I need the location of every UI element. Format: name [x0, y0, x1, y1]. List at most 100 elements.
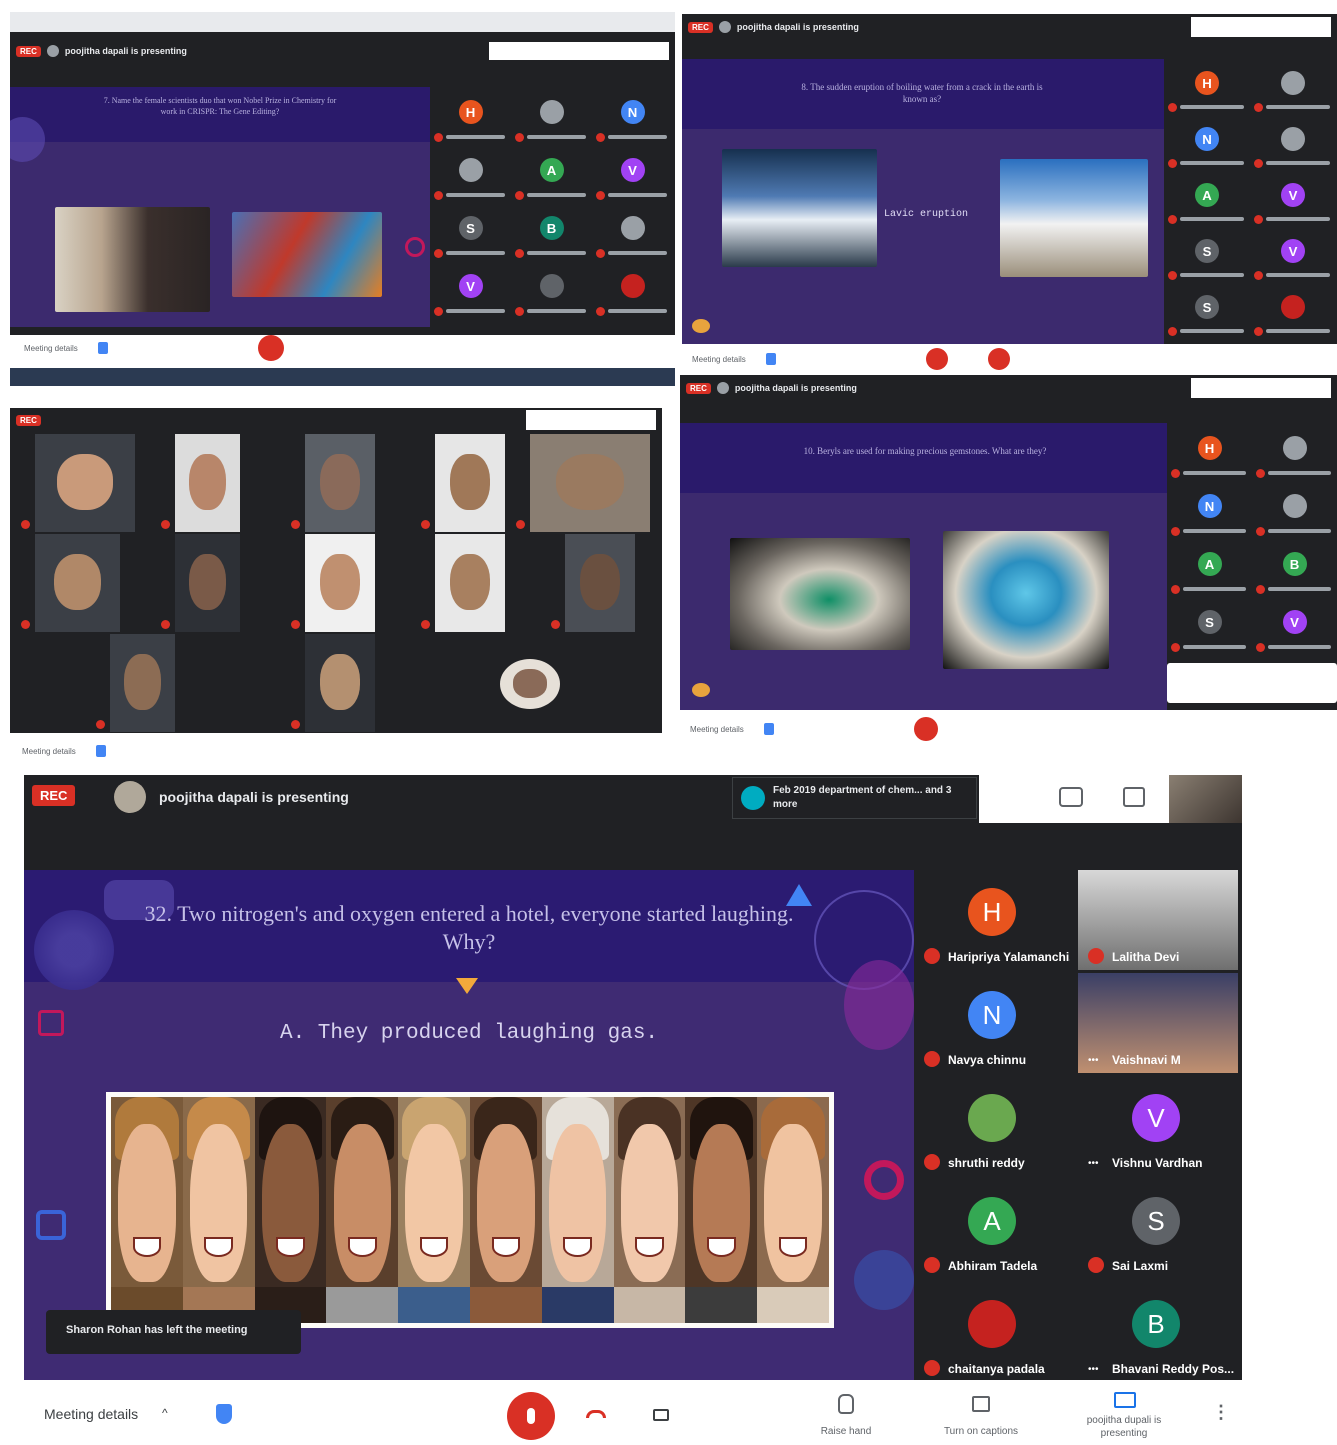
- microphone-off-button[interactable]: [507, 1392, 555, 1440]
- participant-tile[interactable]: A: [1167, 539, 1252, 597]
- participant-tile[interactable]: V ••• Vishnu Vardhan: [1078, 1076, 1238, 1176]
- captions-label[interactable]: Turn on captions: [929, 1426, 1033, 1437]
- participant-video-tile[interactable]: [161, 534, 240, 632]
- mic-off-icon: [1254, 103, 1263, 112]
- left-meeting-toast: Sharon Rohan has left the meeting: [46, 1310, 301, 1354]
- participant-tile[interactable]: B ••• Bhavani Reddy Pos...: [1078, 1282, 1238, 1380]
- participant-tile[interactable]: chaitanya padala: [914, 1282, 1074, 1380]
- meeting-details-button[interactable]: Meeting details: [692, 355, 746, 364]
- participant-tile[interactable]: S Sai Laxmi: [1078, 1179, 1238, 1279]
- meeting-details-button[interactable]: Meeting details: [690, 725, 744, 734]
- participant-tile[interactable]: S: [1167, 597, 1252, 655]
- participant-avatar: H: [1195, 71, 1219, 95]
- participant-tile[interactable]: B: [1252, 539, 1337, 597]
- participant-tile[interactable]: ••• Vaishnavi M: [1078, 973, 1238, 1073]
- end-call-button[interactable]: [925, 348, 948, 370]
- participant-tile[interactable]: [1250, 283, 1336, 339]
- participant-tile[interactable]: V: [1250, 171, 1336, 227]
- raise-hand-label[interactable]: Raise hand: [804, 1426, 888, 1437]
- participant-tile[interactable]: B: [511, 203, 592, 261]
- participant-tile[interactable]: V: [592, 145, 673, 203]
- mic-off-icon: [515, 249, 524, 258]
- participant-tile[interactable]: N: [592, 87, 673, 145]
- people-icon[interactable]: [1059, 787, 1083, 807]
- participant-tile[interactable]: N Navya chinnu: [914, 973, 1074, 1073]
- present-icon[interactable]: [1114, 1392, 1136, 1408]
- chat-notice[interactable]: Feb 2019 department of chem... and 3 mor…: [732, 777, 977, 819]
- participant-tile[interactable]: shruthi reddy: [914, 1076, 1074, 1176]
- more-options-icon[interactable]: ⋮: [1212, 1402, 1230, 1423]
- participant-grid: H N A V S B V: [430, 87, 675, 327]
- participant-video-tile[interactable]: [96, 634, 175, 732]
- participant-video-tile[interactable]: [500, 659, 560, 709]
- raise-hand-icon[interactable]: [838, 1394, 854, 1414]
- participant-name-bar: [1266, 329, 1330, 333]
- participant-video-tile[interactable]: [516, 434, 650, 532]
- participant-video-tile[interactable]: [161, 434, 240, 532]
- hangup-button[interactable]: [580, 1402, 612, 1426]
- participant-video-tile[interactable]: [291, 534, 375, 632]
- camera-icon: [653, 1409, 669, 1421]
- meeting-details-button[interactable]: Meeting details: [44, 1406, 138, 1422]
- slide-question: 10. Beryls are used for making precious …: [803, 446, 1047, 456]
- shield-icon: [763, 723, 774, 735]
- participant-tile[interactable]: [592, 203, 673, 261]
- participant-tile[interactable]: H Haripriya Yalamanchi...: [914, 870, 1074, 970]
- scientists-photo: [55, 207, 210, 312]
- meeting-details-button[interactable]: Meeting details: [24, 344, 78, 353]
- participant-tile[interactable]: [1252, 423, 1337, 481]
- audio-level-icon: •••: [1088, 1364, 1099, 1375]
- participant-name-bar: [1180, 273, 1244, 277]
- participant-tile[interactable]: V: [430, 261, 511, 319]
- captions-icon[interactable]: [972, 1396, 990, 1412]
- participant-name-bar: [1268, 529, 1331, 533]
- end-call-button[interactable]: [257, 335, 284, 361]
- participant-tile[interactable]: [1252, 481, 1337, 539]
- camera-button[interactable]: [644, 1400, 678, 1430]
- mic-off-icon: [1171, 643, 1180, 652]
- participant-tile[interactable]: [1250, 59, 1336, 115]
- participant-tile[interactable]: [511, 87, 592, 145]
- participant-name-bar: [1183, 587, 1246, 591]
- participant-video-tile[interactable]: [21, 534, 120, 632]
- participant-face: [320, 553, 360, 611]
- participant-tile[interactable]: [511, 261, 592, 319]
- participant-tile[interactable]: [1250, 115, 1336, 171]
- end-call-button-2[interactable]: [987, 348, 1010, 370]
- participant-video-tile[interactable]: [421, 534, 505, 632]
- participant-avatar: [1282, 494, 1307, 518]
- controls-mid-right: Meeting details: [680, 716, 1337, 742]
- participant-tile[interactable]: S: [1164, 227, 1250, 283]
- participant-video-tile[interactable]: [551, 534, 635, 632]
- participant-name: Vaishnavi M: [1112, 1053, 1181, 1067]
- participant-tile[interactable]: S: [430, 203, 511, 261]
- participant-tile[interactable]: A: [1164, 171, 1250, 227]
- presenter-avatar: [716, 382, 729, 394]
- participant-tile[interactable]: V: [1252, 597, 1337, 655]
- chat-bubble-icon[interactable]: [1123, 787, 1145, 807]
- presenting-label[interactable]: poojitha dupali is presenting: [1074, 1414, 1174, 1440]
- participant-tile[interactable]: N: [1164, 115, 1250, 171]
- geyser-photo-1: [722, 149, 877, 267]
- chevron-up-icon[interactable]: ^: [162, 1406, 168, 1420]
- participant-video-tile[interactable]: [291, 634, 375, 732]
- participant-video-tile[interactable]: [21, 434, 135, 532]
- participant-tile[interactable]: A Abhiram Tadela: [914, 1179, 1074, 1279]
- participant-tile[interactable]: N: [1167, 481, 1252, 539]
- participant-avatar: [539, 274, 564, 298]
- participant-tile[interactable]: S: [1164, 283, 1250, 339]
- participant-tile[interactable]: Lalitha Devi: [1078, 870, 1238, 970]
- participant-video-tile[interactable]: [291, 434, 375, 532]
- participant-tile[interactable]: A: [511, 145, 592, 203]
- participant-tile[interactable]: [430, 145, 511, 203]
- participant-tile[interactable]: V: [1250, 227, 1336, 283]
- participant-tile[interactable]: H: [1164, 59, 1250, 115]
- participant-name-bar: [446, 135, 505, 139]
- meeting-details-button[interactable]: Meeting details: [22, 747, 76, 756]
- participant-tile[interactable]: H: [1167, 423, 1252, 481]
- end-call-button[interactable]: [913, 717, 938, 741]
- participant-name-bar: [527, 193, 586, 197]
- participant-video-tile[interactable]: [421, 434, 505, 532]
- participant-tile[interactable]: [592, 261, 673, 319]
- participant-tile[interactable]: H: [430, 87, 511, 145]
